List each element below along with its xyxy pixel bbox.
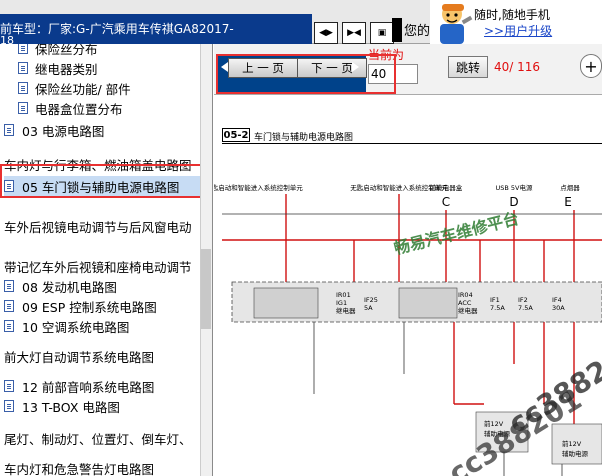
model-value: 厂家:G-广汽乘用车传祺GA82017-: [48, 22, 234, 36]
greeting-text: 您的: [404, 24, 431, 39]
sidebar-item-label: 10 空调系统电路图: [22, 319, 130, 335]
fuse-1-rating: 5A: [364, 304, 373, 312]
aux-power-2-line-1: 前12V: [562, 439, 582, 448]
sidebar-item-label: 保险丝功能/ 部件: [35, 81, 131, 97]
divider: [392, 18, 402, 42]
sidebar-item-label: 12 前部音响系统电路图: [22, 379, 155, 395]
fuse-3-name: IF2: [518, 296, 528, 304]
sidebar-item[interactable]: 08 发动机电路图: [4, 276, 117, 296]
relay-2-line-3: 继电器: [458, 306, 478, 315]
sidebar-item[interactable]: 带记忆车外后视镜和座椅电动调节: [4, 256, 192, 276]
sidebar-item-label: 前大灯自动调节系统电路图: [4, 349, 155, 365]
double-page-view-button[interactable]: ▶◀: [342, 22, 366, 44]
sidebar-item[interactable]: 10 空调系统电路图: [4, 316, 129, 336]
relay-1-line-1: IR01: [336, 291, 351, 299]
document-icon: [18, 44, 28, 54]
sidebar-item-label: 08 发动机电路图: [22, 279, 117, 295]
fuse-2-name: IF1: [490, 296, 500, 304]
promo-text: 随时,随地手机: [474, 8, 550, 22]
sidebar-item-label: 继电器类别: [35, 61, 98, 77]
sidebar-item[interactable]: 09 ESP 控制系统电路图: [4, 296, 157, 316]
sidebar-item-label: 09 ESP 控制系统电路图: [22, 299, 157, 315]
document-icon: [4, 380, 14, 392]
fuse-2-rating: 7.5A: [490, 304, 505, 312]
sidebar-item[interactable]: 03 电源电路图: [4, 120, 104, 140]
letter-e: E: [564, 195, 572, 209]
fuse-1-name: IF25: [364, 296, 378, 304]
mechanic-mascot-icon: [440, 4, 473, 44]
sidebar-item[interactable]: 电器盒位置分布: [18, 98, 123, 118]
fuse-3-rating: 7.5A: [518, 304, 533, 312]
sidebar-item-label: 电器盒位置分布: [35, 101, 123, 117]
sidebar-item[interactable]: 12 前部音响系统电路图: [4, 376, 154, 396]
wiring-diagram: 无匙启动和智能进入系统控制单元 无匙启动和智能进入系统控制单元 前舱电器盒 US…: [214, 183, 602, 476]
single-page-view-button[interactable]: ◀▶: [314, 22, 338, 44]
document-icon: [18, 62, 28, 74]
sidebar-scroll-thumb[interactable]: [201, 249, 211, 329]
column-label-5: 点烟器: [560, 183, 580, 192]
top-bar: 前车型：厂家:G-广汽乘用车传祺GA82017- 18 ◀▶ ▶◀ ▣ 您的 随…: [0, 0, 602, 47]
sidebar-item-label: 尾灯、制动灯、位置灯、倒车灯、: [4, 431, 192, 447]
upgrade-link[interactable]: >>用户升级: [484, 22, 552, 39]
jump-button[interactable]: 跳转: [448, 56, 488, 78]
column-label-3: 前舱电器盒: [430, 183, 463, 192]
document-icon: [4, 400, 14, 412]
black-wires: [222, 213, 602, 476]
single-page-icon: ◀▶: [319, 28, 333, 38]
relay-2-body: [398, 287, 458, 319]
document-icon: [18, 82, 28, 94]
sidebar-item-label: 13 T-BOX 电路图: [22, 399, 120, 415]
double-page-icon: ▶◀: [347, 28, 361, 38]
document-icon: [4, 300, 14, 312]
selection-highlight-box: [0, 164, 203, 198]
aux-power-1-line-1: 前12V: [484, 419, 504, 428]
app-window: 前车型：厂家:G-广汽乘用车传祺GA82017- 18 ◀▶ ▶◀ ▣ 您的 随…: [0, 0, 602, 476]
sidebar-item[interactable]: 前大灯自动调节系统电路图: [4, 346, 154, 366]
aux-power-1-line-2: 辅助电源: [484, 429, 511, 438]
page-count: 40/ 116: [494, 60, 541, 74]
relay-2-line-2: ACC: [458, 299, 472, 307]
sidebar-item[interactable]: 保险丝功能/ 部件: [18, 78, 131, 98]
toolbar-highlight-box: [216, 54, 396, 94]
letter-d: D: [509, 195, 518, 209]
sidebar-item[interactable]: 继电器类别: [18, 58, 98, 78]
sidebar-scrollbar[interactable]: [200, 44, 212, 476]
fuse-4-rating: 30A: [552, 304, 565, 312]
document-icon: [4, 124, 14, 136]
letter-c: C: [442, 195, 450, 209]
sidebar-item-label: 03 电源电路图: [22, 123, 105, 139]
column-label-1: 无匙启动和智能进入系统控制单元: [214, 183, 303, 192]
relay-1-body: [253, 287, 319, 319]
fit-page-button[interactable]: ▣: [370, 22, 394, 44]
relay-1-line-2: IG1: [336, 299, 347, 307]
vehicle-model-bar: 前车型：厂家:G-广汽乘用车传祺GA82017-: [0, 14, 312, 44]
document-icon: [4, 320, 14, 332]
zoom-in-button[interactable]: +: [580, 54, 602, 78]
sidebar-item[interactable]: 保险丝分布: [18, 44, 98, 58]
document-icon: [4, 280, 14, 292]
sidebar-item[interactable]: 车内灯和危急警告灯电路图: [4, 458, 154, 476]
aux-power-2-line-2: 辅助电源: [562, 449, 589, 458]
column-label-4: USB 5V电源: [496, 183, 533, 192]
sidebar-item-label: 带记忆车外后视镜和座椅电动调节: [4, 259, 192, 275]
sidebar-item[interactable]: 13 T-BOX 电路图: [4, 396, 120, 416]
relay-2-line-1: IR04: [458, 291, 473, 299]
fit-page-icon: ▣: [377, 28, 387, 38]
sidebar-item-label: 保险丝分布: [35, 44, 98, 57]
sidebar-item-label: 车内灯和危急警告灯电路图: [4, 461, 155, 476]
fuse-4-name: IF4: [552, 296, 562, 304]
sidebar-item[interactable]: 尾灯、制动灯、位置灯、倒车灯、: [4, 428, 192, 448]
document-icon: [18, 102, 28, 114]
sidebar-item[interactable]: 车外后视镜电动调节与后风窗电动: [4, 216, 192, 236]
sidebar-item-label: 车外后视镜电动调节与后风窗电动: [4, 219, 192, 235]
zoom-in-icon: +: [584, 56, 598, 76]
relay-1-line-3: 继电器: [336, 306, 356, 315]
catalog-sidebar: 保险丝分布 继电器类别 保险丝功能/ 部件 电器盒位置分布 03 电源电路图 车内灯与行李…: [0, 44, 213, 476]
